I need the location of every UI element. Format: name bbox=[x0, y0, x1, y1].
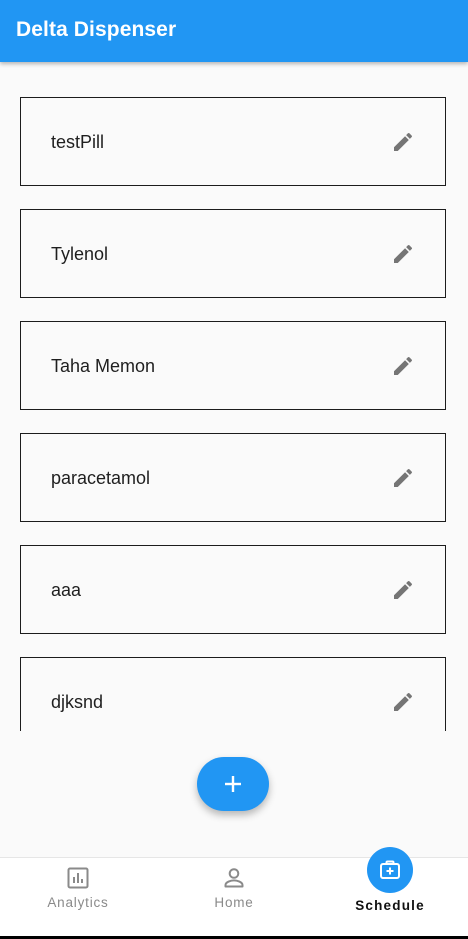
analytics-icon bbox=[65, 865, 91, 891]
pill-list-content: testPill Tylenol Taha Memon paracetamol bbox=[20, 97, 446, 731]
pill-card[interactable]: Tylenol bbox=[20, 209, 446, 298]
medical-kit-icon bbox=[367, 847, 413, 893]
pill-name: paracetamol bbox=[51, 468, 151, 488]
edit-icon[interactable] bbox=[391, 578, 415, 602]
pill-card[interactable]: testPill bbox=[20, 97, 446, 186]
pill-name: testPill bbox=[51, 132, 105, 152]
pill-name: djksnd bbox=[51, 692, 104, 712]
app-title: Delta Dispenser bbox=[16, 18, 177, 41]
pill-card[interactable]: Taha Memon bbox=[20, 321, 446, 410]
nav-schedule-label: Schedule bbox=[355, 898, 425, 913]
nav-home-label: Home bbox=[214, 895, 254, 910]
edit-icon[interactable] bbox=[391, 690, 415, 714]
nav-analytics[interactable]: Analytics bbox=[0, 858, 156, 937]
pill-name: aaa bbox=[51, 580, 82, 600]
edit-icon[interactable] bbox=[391, 466, 415, 490]
pill-card[interactable]: paracetamol bbox=[20, 433, 446, 522]
pill-list[interactable]: testPill Tylenol Taha Memon paracetamol bbox=[0, 62, 468, 731]
nav-analytics-label: Analytics bbox=[47, 895, 109, 910]
edit-icon[interactable] bbox=[391, 130, 415, 154]
edit-icon[interactable] bbox=[391, 242, 415, 266]
pill-name: Taha Memon bbox=[51, 356, 156, 376]
app-bar: Delta Dispenser bbox=[0, 0, 468, 62]
person-icon bbox=[221, 865, 247, 891]
add-pill-button[interactable] bbox=[197, 757, 269, 811]
nav-home[interactable]: Home bbox=[156, 858, 312, 937]
pill-name: Tylenol bbox=[51, 244, 109, 264]
pill-card[interactable]: djksnd bbox=[20, 657, 446, 731]
plus-icon bbox=[225, 776, 241, 792]
nav-schedule[interactable]: Schedule bbox=[312, 847, 468, 937]
bottom-navigation: Analytics Home Schedule bbox=[0, 847, 468, 937]
edit-icon[interactable] bbox=[391, 354, 415, 378]
pill-card[interactable]: aaa bbox=[20, 545, 446, 634]
